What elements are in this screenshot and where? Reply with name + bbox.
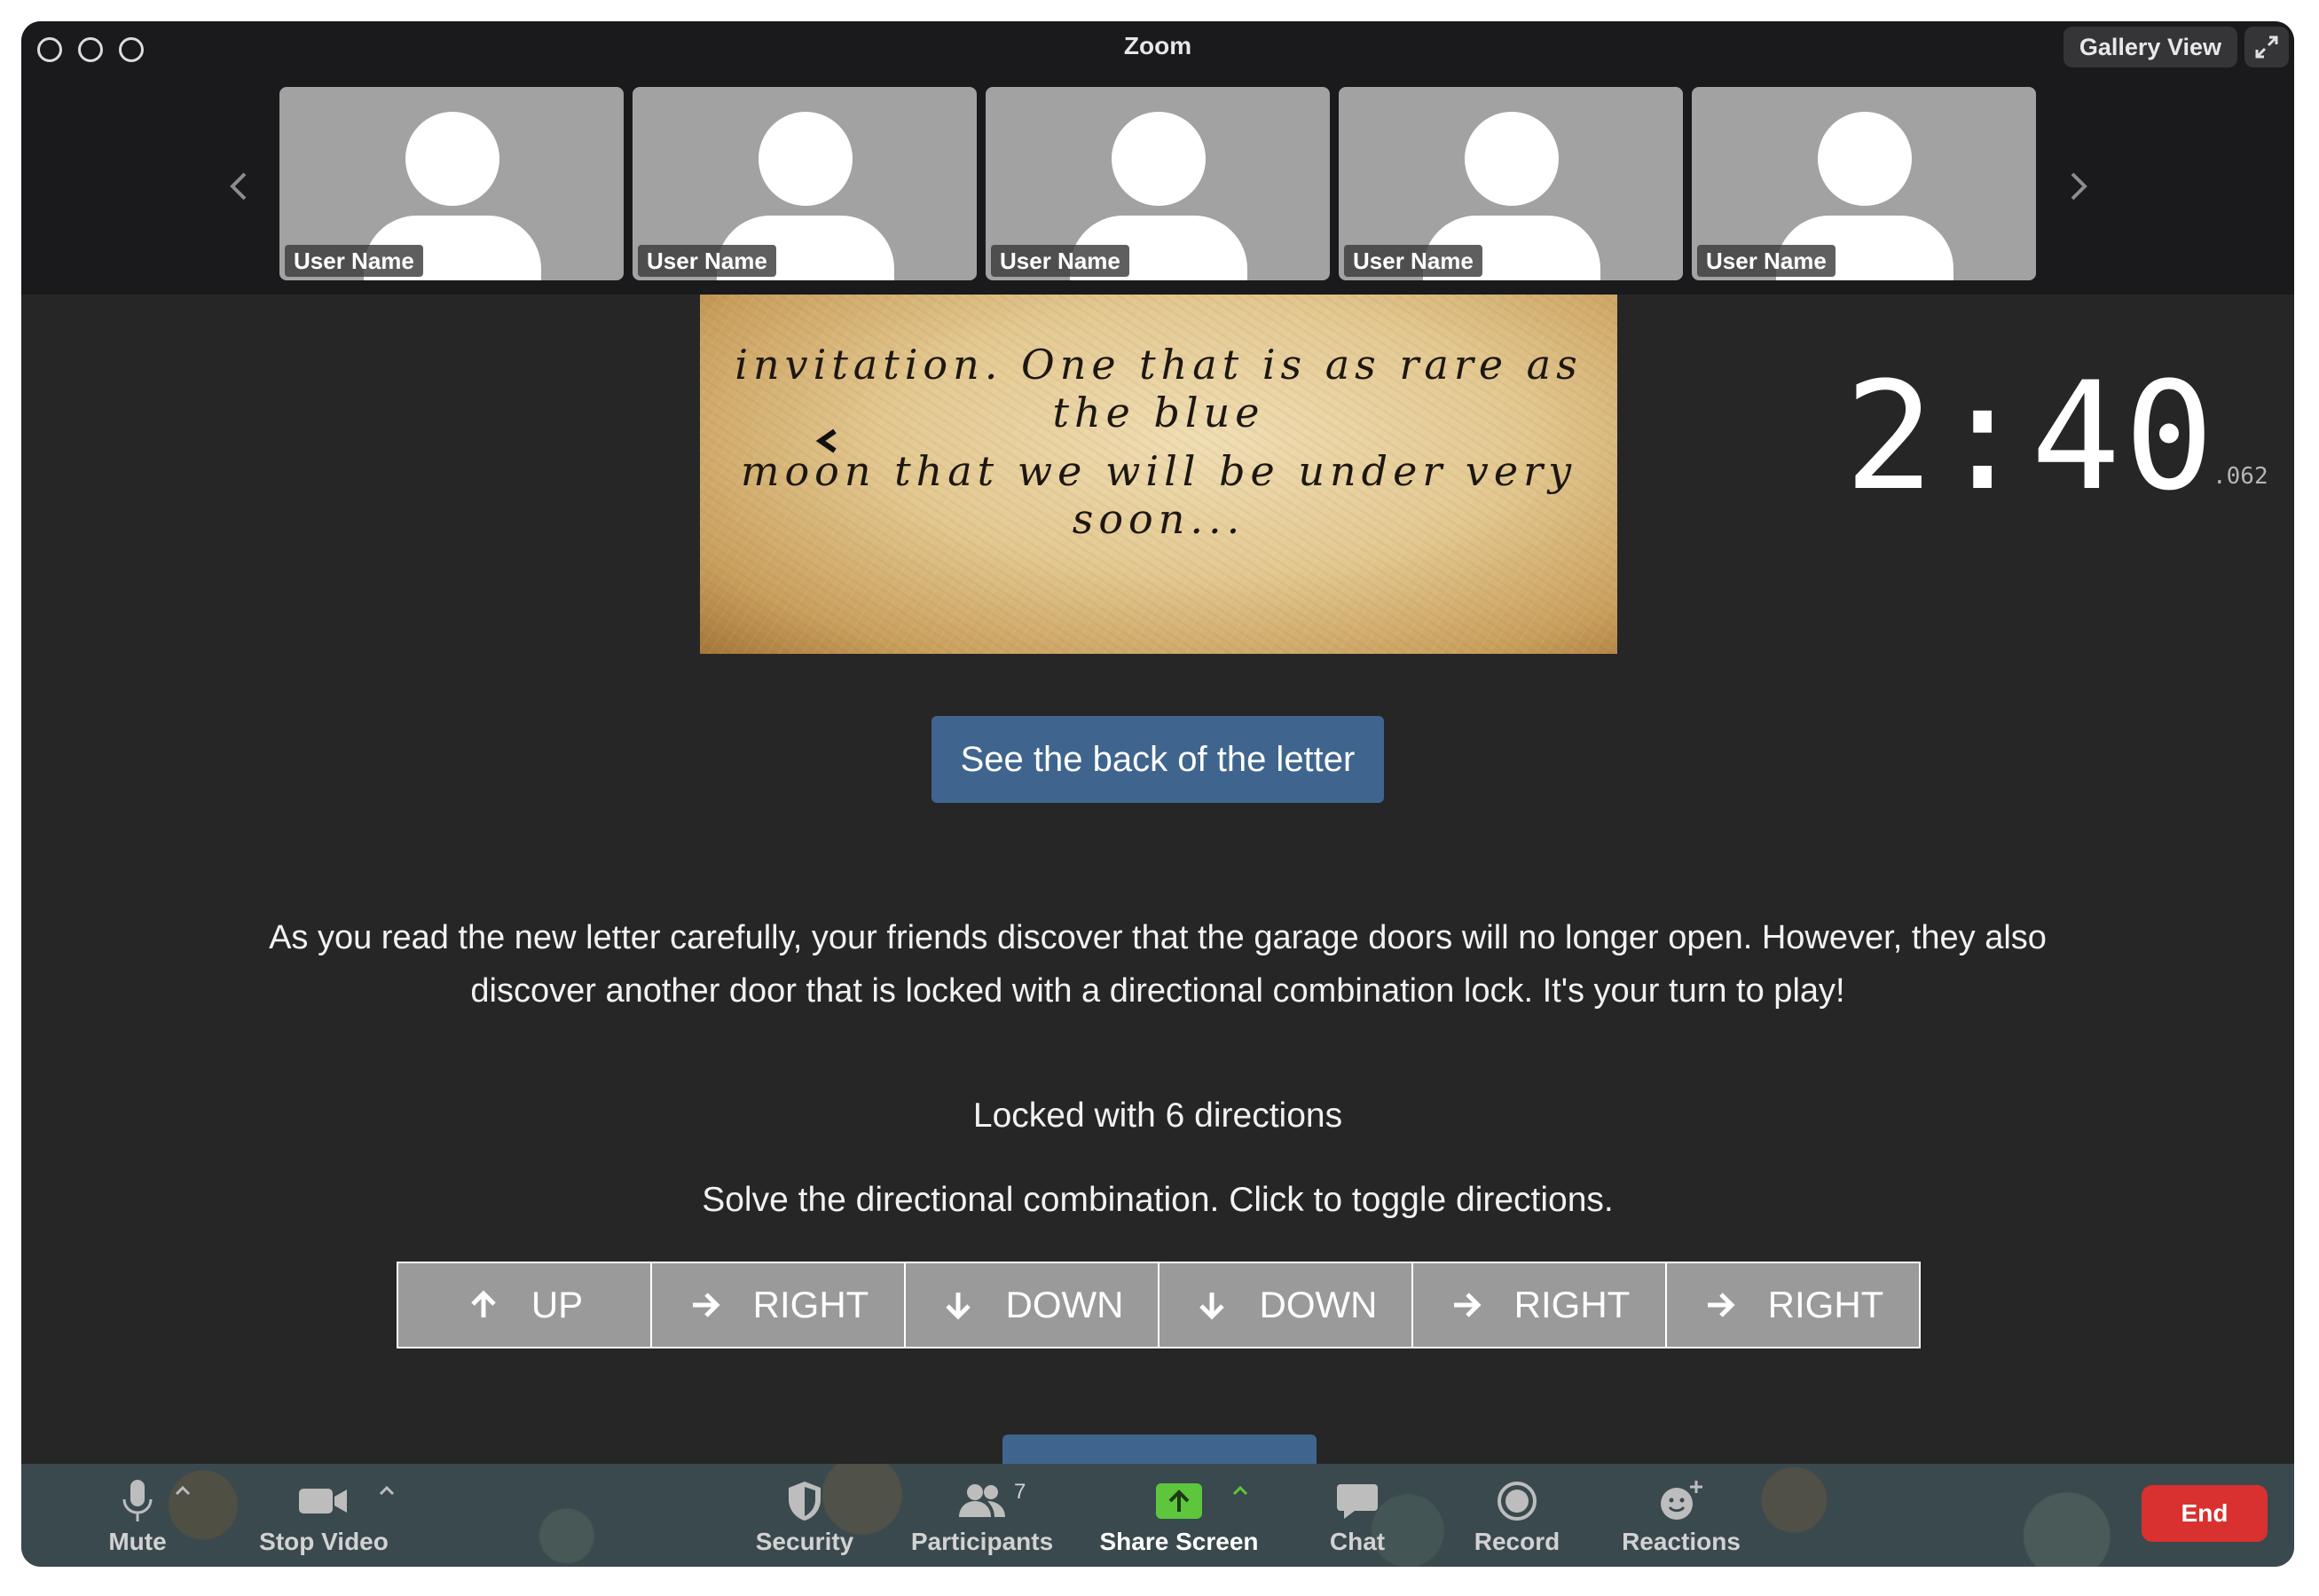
video-camera-icon [299, 1489, 347, 1513]
chevron-up-icon[interactable] [1230, 1482, 1251, 1499]
share-screen-button[interactable]: Share Screen [1077, 1464, 1281, 1567]
letter-line-1: invitation. One that is as rare as the b… [735, 341, 1583, 436]
zoom-window: Zoom Gallery View User Name User Name Us… [21, 21, 2294, 1567]
story-text: As you read the new letter carefully, yo… [269, 919, 2047, 1010]
chat-button[interactable]: Chat [1304, 1464, 1411, 1567]
direction-lock: UP RIGHT DOWN DOWN RIGHT RIGHT [397, 1262, 1921, 1348]
stop-video-label: Stop Video [259, 1528, 389, 1555]
mute-button[interactable]: Mute [80, 1464, 195, 1567]
direction-label: UP [531, 1284, 584, 1325]
participant-name: User Name [1344, 245, 1482, 277]
chevron-right-icon[interactable] [2065, 169, 2092, 204]
participants-label: Participants [910, 1528, 1054, 1555]
direction-toggle-1[interactable]: UP [398, 1263, 652, 1347]
avatar-head [759, 112, 853, 206]
direction-label: DOWN [1005, 1284, 1124, 1325]
window-title: Zoom [1123, 32, 1192, 59]
participant-tile[interactable]: User Name [633, 87, 977, 280]
avatar-head [1818, 112, 1912, 206]
participant-name: User Name [285, 245, 423, 277]
lock-instructions: Solve the directional combination. Click… [702, 1181, 1614, 1219]
expand-icon [2255, 35, 2278, 59]
record-icon [1498, 1482, 1537, 1521]
gallery-view-button[interactable]: Gallery View [2063, 27, 2237, 67]
participant-tile[interactable]: User Name [1692, 87, 2036, 280]
direction-toggle-6[interactable]: RIGHT [1667, 1263, 1919, 1347]
chevron-up-icon[interactable] [376, 1482, 397, 1499]
letter-line-2: moon that we will be under very soon... [740, 447, 1577, 543]
see-back-of-letter-button[interactable]: See the back of the letter [932, 716, 1384, 803]
participants-count: 7 [1014, 1480, 1026, 1504]
reactions-button[interactable]: Reactions [1606, 1464, 1757, 1567]
shield-icon [789, 1482, 821, 1521]
arrow-right-icon [1453, 1293, 1482, 1317]
chevron-up-icon[interactable] [172, 1482, 193, 1499]
fullscreen-button[interactable] [2244, 27, 2289, 67]
participants-button[interactable]: 7 Participants [889, 1464, 1075, 1567]
chat-label: Chat [1329, 1528, 1386, 1555]
meeting-toolbar: Mute Stop Video Security 7 Participants … [21, 1464, 2294, 1567]
smiley-plus-icon [1661, 1481, 1702, 1520]
countdown-fraction: .062 [2213, 463, 2268, 490]
end-meeting-button[interactable]: End [2142, 1485, 2268, 1542]
mouse-cursor-icon [815, 428, 837, 453]
record-label: Record [1474, 1528, 1560, 1555]
microphone-icon [122, 1480, 153, 1521]
arrow-right-icon [1707, 1293, 1735, 1317]
share-screen-icon [1156, 1483, 1202, 1519]
participant-name: User Name [1697, 245, 1836, 277]
direction-toggle-4[interactable]: DOWN [1160, 1263, 1413, 1347]
chat-bubble-icon [1337, 1484, 1378, 1519]
direction-label: DOWN [1259, 1284, 1378, 1325]
record-button[interactable]: Record [1455, 1464, 1579, 1567]
avatar-head [405, 112, 499, 206]
participant-tile[interactable]: User Name [986, 87, 1330, 280]
arrow-down-icon [945, 1293, 971, 1320]
countdown-timer: 2:40 [1844, 350, 2218, 523]
title-bar: Zoom Gallery View User Name User Name Us… [21, 21, 2294, 295]
stop-video-button[interactable]: Stop Video [240, 1464, 408, 1567]
direction-label: RIGHT [1767, 1284, 1884, 1325]
security-label: Security [755, 1528, 854, 1555]
lock-title: Locked with 6 directions [972, 1097, 1343, 1135]
direction-label: RIGHT [752, 1284, 869, 1325]
letter-image: invitation. One that is as rare as the b… [700, 295, 1617, 654]
direction-label: RIGHT [1513, 1284, 1631, 1325]
participant-name: User Name [638, 245, 776, 277]
participant-name: User Name [991, 245, 1129, 277]
arrow-up-icon [471, 1290, 496, 1317]
arrow-right-icon [692, 1293, 720, 1317]
participants-icon [959, 1484, 1005, 1517]
reactions-label: Reactions [1622, 1528, 1741, 1555]
direction-toggle-2[interactable]: RIGHT [652, 1263, 906, 1347]
direction-toggle-3[interactable]: DOWN [906, 1263, 1160, 1347]
avatar-head [1112, 112, 1206, 206]
avatar-head [1465, 112, 1559, 206]
share-screen-label: Share Screen [1099, 1528, 1259, 1555]
security-button[interactable]: Security [738, 1464, 871, 1567]
mute-label: Mute [108, 1528, 167, 1555]
participant-tile[interactable]: User Name [279, 87, 624, 280]
direction-toggle-5[interactable]: RIGHT [1413, 1263, 1667, 1347]
arrow-down-icon [1199, 1293, 1224, 1320]
chevron-left-icon[interactable] [225, 169, 252, 204]
participant-tile[interactable]: User Name [1339, 87, 1683, 280]
